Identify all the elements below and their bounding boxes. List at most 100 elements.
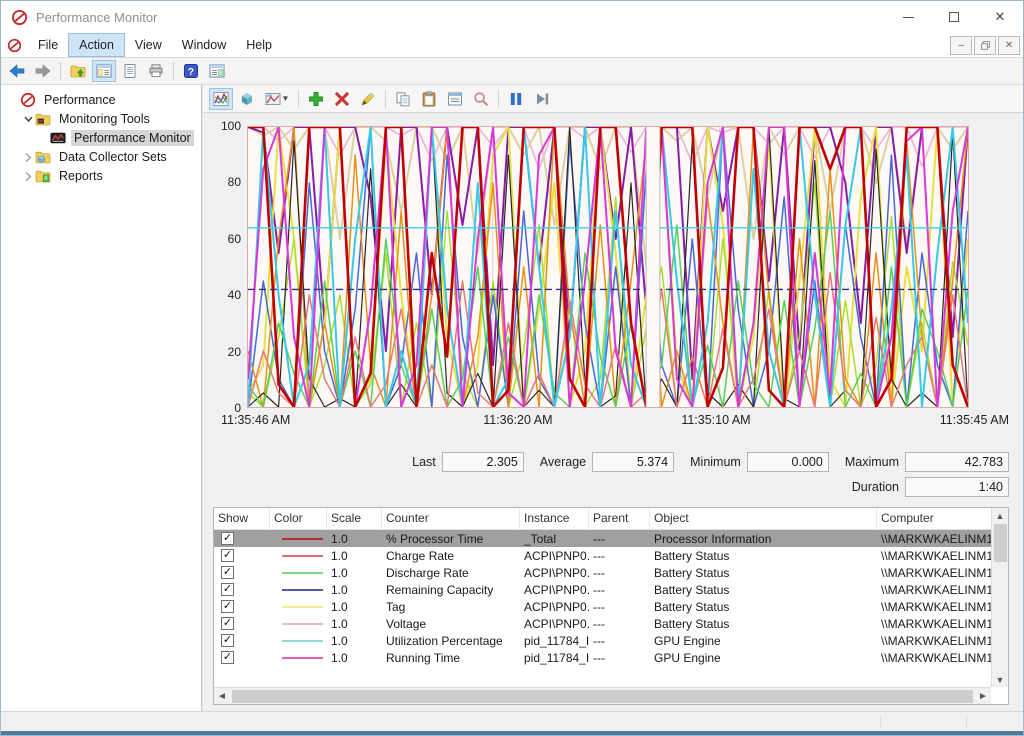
maximize-button[interactable]	[931, 1, 977, 33]
log-data-button[interactable]	[235, 88, 259, 110]
instance-cell: _Total	[520, 530, 589, 547]
counter-row[interactable]: ✓1.0% Processor Time_Total---Processor I…	[214, 530, 1008, 547]
back-button[interactable]	[5, 60, 29, 82]
help-button[interactable]: ?	[179, 60, 203, 82]
statusbar-cell	[881, 712, 966, 731]
current-activity-button[interactable]	[209, 88, 233, 110]
printer-button[interactable]	[144, 60, 168, 82]
expander-closed-icon[interactable]	[21, 150, 35, 164]
computer-cell: \\MARKWKAELINM1	[877, 649, 1008, 666]
column-header-parent[interactable]: Parent	[589, 508, 650, 529]
object-cell: Battery Status	[650, 615, 877, 632]
counter-row[interactable]: ✓1.0VoltageACPI\PNP0...---Battery Status…	[214, 615, 1008, 632]
scale-cell: 1.0	[327, 530, 382, 547]
action-pane-button[interactable]	[205, 60, 229, 82]
column-header-scale[interactable]: Scale	[327, 508, 382, 529]
parent-cell: ---	[589, 598, 650, 615]
menu-view[interactable]: View	[125, 33, 172, 57]
vertical-scroll-thumb[interactable]	[994, 524, 1007, 562]
child-minimize-button[interactable]: –	[950, 36, 972, 55]
performance-monitor-pane: ▼ 100806040200 11:35:46 AM 11:36:20 AM 1…	[202, 85, 1023, 711]
counter-row[interactable]: ✓1.0Utilization Percentagepid_11784_I...…	[214, 632, 1008, 649]
column-header-instance[interactable]: Instance	[520, 508, 589, 529]
column-header-color[interactable]: Color	[270, 508, 327, 529]
counter-row[interactable]: ✓1.0Remaining CapacityACPI\PNP0...---Bat…	[214, 581, 1008, 598]
column-header-computer[interactable]: Computer	[877, 508, 1008, 529]
show-cell: ✓	[214, 598, 270, 615]
counter-cell: Running Time	[382, 649, 520, 666]
show-checkbox[interactable]: ✓	[221, 583, 234, 596]
expander-closed-icon[interactable]	[21, 169, 35, 183]
parent-cell: ---	[589, 649, 650, 666]
column-header-counter[interactable]: Counter	[382, 508, 520, 529]
parent-cell: ---	[589, 564, 650, 581]
color-swatch	[282, 555, 323, 557]
column-header-object[interactable]: Object	[650, 508, 877, 529]
show-checkbox[interactable]: ✓	[221, 532, 234, 545]
show-checkbox[interactable]: ✓	[221, 634, 234, 647]
counter-row[interactable]: ✓1.0TagACPI\PNP0...---Battery Status\\MA…	[214, 598, 1008, 615]
scroll-up-icon[interactable]: ▲	[992, 508, 1008, 523]
status-bar	[1, 711, 1023, 735]
minimize-button[interactable]	[885, 1, 931, 33]
x-tick-label: 11:36:20 AM	[483, 413, 552, 427]
graph-type-button[interactable]: ▼	[261, 88, 293, 110]
counter-row[interactable]: ✓1.0Charge RateACPI\PNP0...---Battery St…	[214, 547, 1008, 564]
scroll-down-icon[interactable]: ▼	[992, 672, 1008, 687]
highlight-button[interactable]	[356, 88, 380, 110]
forward-button[interactable]	[31, 60, 55, 82]
show-checkbox[interactable]: ✓	[221, 651, 234, 664]
sidebar-item-performance[interactable]: Performance	[1, 90, 201, 109]
average-label: Average	[540, 455, 586, 469]
add-button[interactable]	[304, 88, 328, 110]
show-checkbox[interactable]: ✓	[221, 566, 234, 579]
sidebar-item-monitoring-tools[interactable]: Monitoring Tools	[1, 109, 201, 128]
menu-window[interactable]: Window	[172, 33, 236, 57]
child-close-button[interactable]: ✕	[998, 36, 1020, 55]
sidebar-item-data-collector-sets[interactable]: Data Collector Sets	[1, 147, 201, 166]
copy-icon	[395, 91, 411, 107]
instance-cell: ACPI\PNP0...	[520, 547, 589, 564]
scale-cell: 1.0	[327, 564, 382, 581]
scroll-left-icon[interactable]: ◄	[214, 691, 230, 702]
sidebar-item-performance-monitor[interactable]: Performance Monitor	[1, 128, 201, 147]
close-button[interactable]: ✕	[977, 1, 1023, 33]
paste-button[interactable]	[417, 88, 441, 110]
show-checkbox[interactable]: ✓	[221, 549, 234, 562]
child-minimize-icon: –	[958, 40, 964, 51]
child-restore-button[interactable]	[974, 36, 996, 55]
chart-zone: 100806040200 11:35:46 AM 11:36:20 AM 11:…	[203, 113, 1023, 448]
expander-open-icon[interactable]	[21, 112, 35, 126]
instance-cell: ACPI\PNP0...	[520, 564, 589, 581]
horizontal-scroll-thumb[interactable]	[232, 690, 973, 703]
counter-row[interactable]: ✓1.0Discharge RateACPI\PNP0...---Battery…	[214, 564, 1008, 581]
horizontal-scrollbar[interactable]: ◄ ►	[214, 687, 991, 704]
export-list-button[interactable]	[118, 60, 142, 82]
show-checkbox[interactable]: ✓	[221, 600, 234, 613]
line-chart-plot[interactable]	[247, 126, 969, 408]
average-value: 5.374	[592, 452, 674, 472]
console-tree-button[interactable]	[92, 60, 116, 82]
menu-action[interactable]: Action	[68, 33, 125, 57]
pause-button[interactable]	[504, 88, 528, 110]
maximum-value: 42.783	[905, 452, 1009, 472]
copy-button[interactable]	[391, 88, 415, 110]
delete-icon	[334, 91, 350, 107]
last-value: 2.305	[442, 452, 524, 472]
console-tree: PerformanceMonitoring ToolsPerformance M…	[1, 85, 202, 711]
scroll-right-icon[interactable]: ►	[975, 691, 991, 702]
folder-up-button[interactable]	[66, 60, 90, 82]
menu-help[interactable]: Help	[236, 33, 282, 57]
step-button[interactable]	[530, 88, 554, 110]
properties-button[interactable]	[443, 88, 467, 110]
menu-file[interactable]: File	[28, 33, 68, 57]
delete-button[interactable]	[330, 88, 354, 110]
svg-text:?: ?	[188, 66, 194, 78]
counter-row[interactable]: ✓1.0Running Timepid_11784_I...---GPU Eng…	[214, 649, 1008, 666]
graph-type-icon	[265, 91, 281, 107]
show-checkbox[interactable]: ✓	[221, 617, 234, 630]
sidebar-item-reports[interactable]: Reports	[1, 166, 201, 185]
zoom-button[interactable]	[469, 88, 493, 110]
vertical-scrollbar[interactable]: ▲ ▼	[991, 508, 1008, 687]
column-header-show[interactable]: Show	[214, 508, 270, 529]
